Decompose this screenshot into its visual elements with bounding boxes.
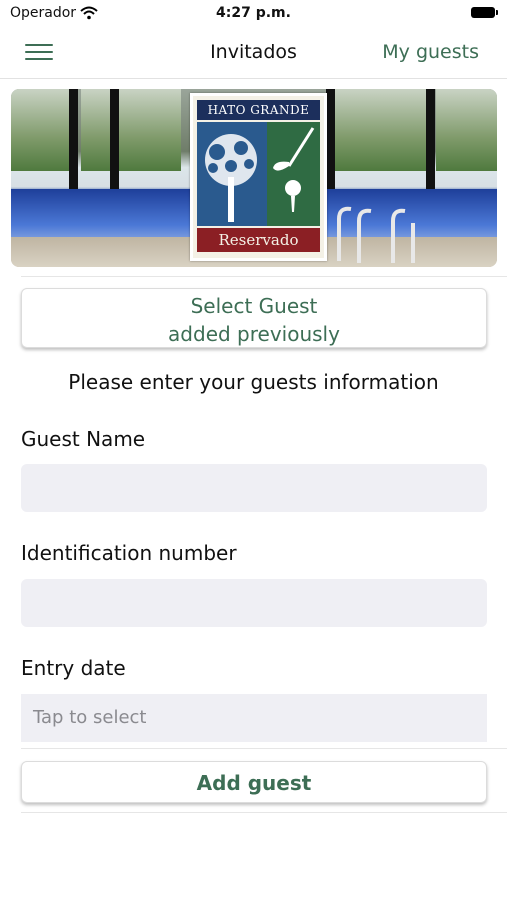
- guest-name-label: Guest Name: [21, 427, 146, 451]
- pool-ladder-icon: [337, 206, 415, 263]
- status-time: 4:27 p.m.: [216, 5, 291, 21]
- guest-name-input[interactable]: [21, 464, 487, 512]
- add-guest-button[interactable]: Add guest: [21, 761, 487, 803]
- select-guest-button[interactable]: Select Guest added previously: [21, 288, 487, 348]
- divider: [21, 812, 507, 813]
- my-guests-button[interactable]: My guests: [382, 41, 479, 63]
- entry-date-picker[interactable]: Tap to select: [21, 694, 487, 742]
- logo-subtitle: Reservado: [197, 228, 320, 252]
- instructions-text: Please enter your guests information: [68, 370, 439, 394]
- select-guest-line1: Select Guest: [190, 294, 318, 318]
- identification-number-label: Identification number: [21, 541, 237, 565]
- battery-icon: [471, 7, 498, 18]
- logo-title: HATO GRANDE: [197, 100, 320, 120]
- select-guest-line2: added previously: [168, 322, 340, 346]
- status-bar: Operador 4:27 p.m.: [0, 0, 507, 28]
- hato-grande-logo: HATO GRANDE Reservado: [190, 93, 327, 261]
- tree-icon: [197, 122, 267, 226]
- divider: [21, 276, 507, 277]
- golf-club-icon: [267, 122, 320, 226]
- nav-bar: Invitados My guests: [0, 28, 507, 79]
- entry-date-label: Entry date: [21, 656, 126, 680]
- identification-number-input[interactable]: [21, 579, 487, 627]
- divider: [21, 748, 507, 749]
- banner-image: HATO GRANDE Reservado: [11, 89, 497, 267]
